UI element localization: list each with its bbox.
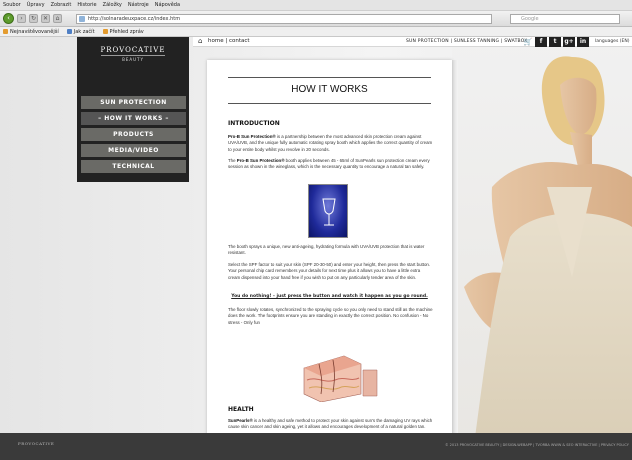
menu-view[interactable]: Zobrazit (51, 2, 72, 8)
brand-name: Pro-B Sun Protection® (228, 134, 276, 139)
content-panel: HOW IT WORKS INTRODUCTION Pro-B Sun Prot… (207, 60, 452, 460)
bookmark-item[interactable]: Nejnavštěvovanější (3, 29, 59, 35)
bookmark-label: Přehled zpráv (109, 28, 144, 35)
link-separator: | (225, 38, 228, 44)
bookmark-label: Jak začít (73, 28, 95, 35)
logo-divider (101, 55, 165, 56)
brand-name: SunPearls® (228, 418, 253, 423)
menu-how-it-works[interactable]: – HOW IT WORKS – (81, 112, 186, 125)
stop-icon[interactable]: ✕ (41, 14, 50, 23)
back-icon[interactable]: ‹ (3, 13, 14, 24)
paragraph-4: Select the SPF factor to suit your skin … (228, 262, 431, 280)
health-heading: HEALTH (228, 406, 254, 413)
rss-icon (102, 29, 108, 34)
paragraph-3: The booth sprays a unique, new anti-agei… (228, 244, 425, 256)
browser-toolbar: ‹ › ↻ ✕ ⌂ http://solnaradeuxpace.cz/inde… (0, 11, 632, 27)
wineglass-image (308, 184, 348, 238)
bookmark-label: Nejnavštěvovanější (10, 28, 59, 35)
intro-heading: INTRODUCTION (228, 120, 280, 127)
intro-paragraph-1: Pro-B Sun Protection® is a partnership b… (228, 134, 433, 153)
language-selector[interactable]: languages (EN) (595, 39, 629, 44)
menu-bookmarks[interactable]: Záložky (103, 2, 122, 8)
menu-technical[interactable]: TECHNICAL (81, 160, 186, 173)
linkedin-icon[interactable]: in (577, 37, 589, 47)
bookmark-icon (3, 29, 8, 34)
search-input[interactable]: Google (510, 14, 620, 24)
paragraph-text: The (228, 158, 237, 163)
reload-icon[interactable]: ↻ (29, 14, 38, 23)
skin-diagram-graphic (303, 355, 378, 403)
url-text: http://solnaradeuxpace.cz/index.htm (88, 16, 181, 22)
site-logo[interactable]: PROVOCATIVE (77, 46, 189, 54)
home-icon[interactable]: ⌂ (53, 14, 62, 23)
title-rule-top (228, 77, 431, 78)
footer-text: © 2013 PROVOCATIVE BEAUTY | DESIGN-WEBAP… (445, 443, 629, 447)
bookmarks-bar: Nejnavštěvovanější Jak začít Přehled zpr… (0, 27, 632, 37)
title-rule-bottom (228, 103, 431, 104)
menu-products[interactable]: PRODUCTS (81, 128, 186, 141)
menu-history[interactable]: Historie (77, 2, 96, 8)
home-link[interactable]: home (208, 38, 224, 44)
bookmark-item[interactable]: Přehled zpráv (102, 28, 144, 35)
twitter-icon[interactable]: t (549, 37, 561, 47)
menu-tools[interactable]: Nástroje (128, 2, 149, 8)
google-plus-icon[interactable]: g+ (563, 37, 575, 47)
menu-help[interactable]: Nápověda (155, 2, 180, 8)
menu-media-video[interactable]: MEDIA/VIDEO (81, 144, 186, 157)
skin-layers-diagram (299, 350, 379, 403)
footer-logo[interactable]: PROVOCATIVE (18, 441, 54, 446)
wineglass-graphic (322, 198, 336, 226)
bookmark-icon (66, 29, 72, 34)
site-favicon-icon (79, 16, 85, 22)
menu-edit[interactable]: Úpravy (27, 2, 45, 8)
facebook-icon[interactable]: f (535, 37, 547, 47)
intro-paragraph-2: The Pro-B Sun Protection® booth applies … (228, 158, 433, 171)
section-links[interactable]: SUN PROTECTION | SUNLESS TANNING | SWATB… (406, 39, 527, 44)
paragraph-text: is a healthy and safe method to protect … (228, 418, 433, 430)
page-title: HOW IT WORKS (291, 84, 368, 95)
paragraph-5: The floor slowly rotates, synchronized t… (228, 307, 433, 325)
forward-icon[interactable]: › (17, 14, 26, 23)
site-logo-sub: BEAUTY (122, 57, 144, 62)
model-illustration (464, 56, 632, 460)
url-bar[interactable]: http://solnaradeuxpace.cz/index.htm (76, 14, 492, 24)
highlight-line: You do nothing! - just press the button … (231, 294, 428, 299)
model-photo (452, 37, 632, 460)
web-page: PROVOCATIVE BEAUTY SUN PROTECTION – HOW … (0, 37, 632, 460)
menu-sun-protection[interactable]: SUN PROTECTION (81, 96, 186, 109)
top-links: home | contact (208, 38, 250, 44)
brand-name: Pro-B Sun Protection® (236, 158, 285, 163)
menu-file[interactable]: Soubor (3, 2, 21, 8)
search-placeholder: Google (521, 16, 539, 22)
side-menu: SUN PROTECTION – HOW IT WORKS – PRODUCTS… (81, 96, 186, 176)
cart-icon[interactable]: 🛒 (523, 37, 533, 47)
house-icon[interactable]: ⌂ (198, 38, 206, 45)
bookmark-item[interactable]: Jak začít (66, 28, 95, 35)
site-footer: PROVOCATIVE © 2013 PROVOCATIVE BEAUTY | … (0, 433, 632, 460)
paragraph-6: SunPearls® is a healthy and safe method … (228, 418, 433, 431)
panel-shadow (452, 60, 458, 460)
browser-menubar: Soubor Úpravy Zobrazit Historie Záložky … (0, 0, 632, 11)
top-nav: ⌂ home | contact SUN PROTECTION | SUNLES… (193, 37, 632, 47)
contact-link[interactable]: contact (229, 38, 250, 44)
